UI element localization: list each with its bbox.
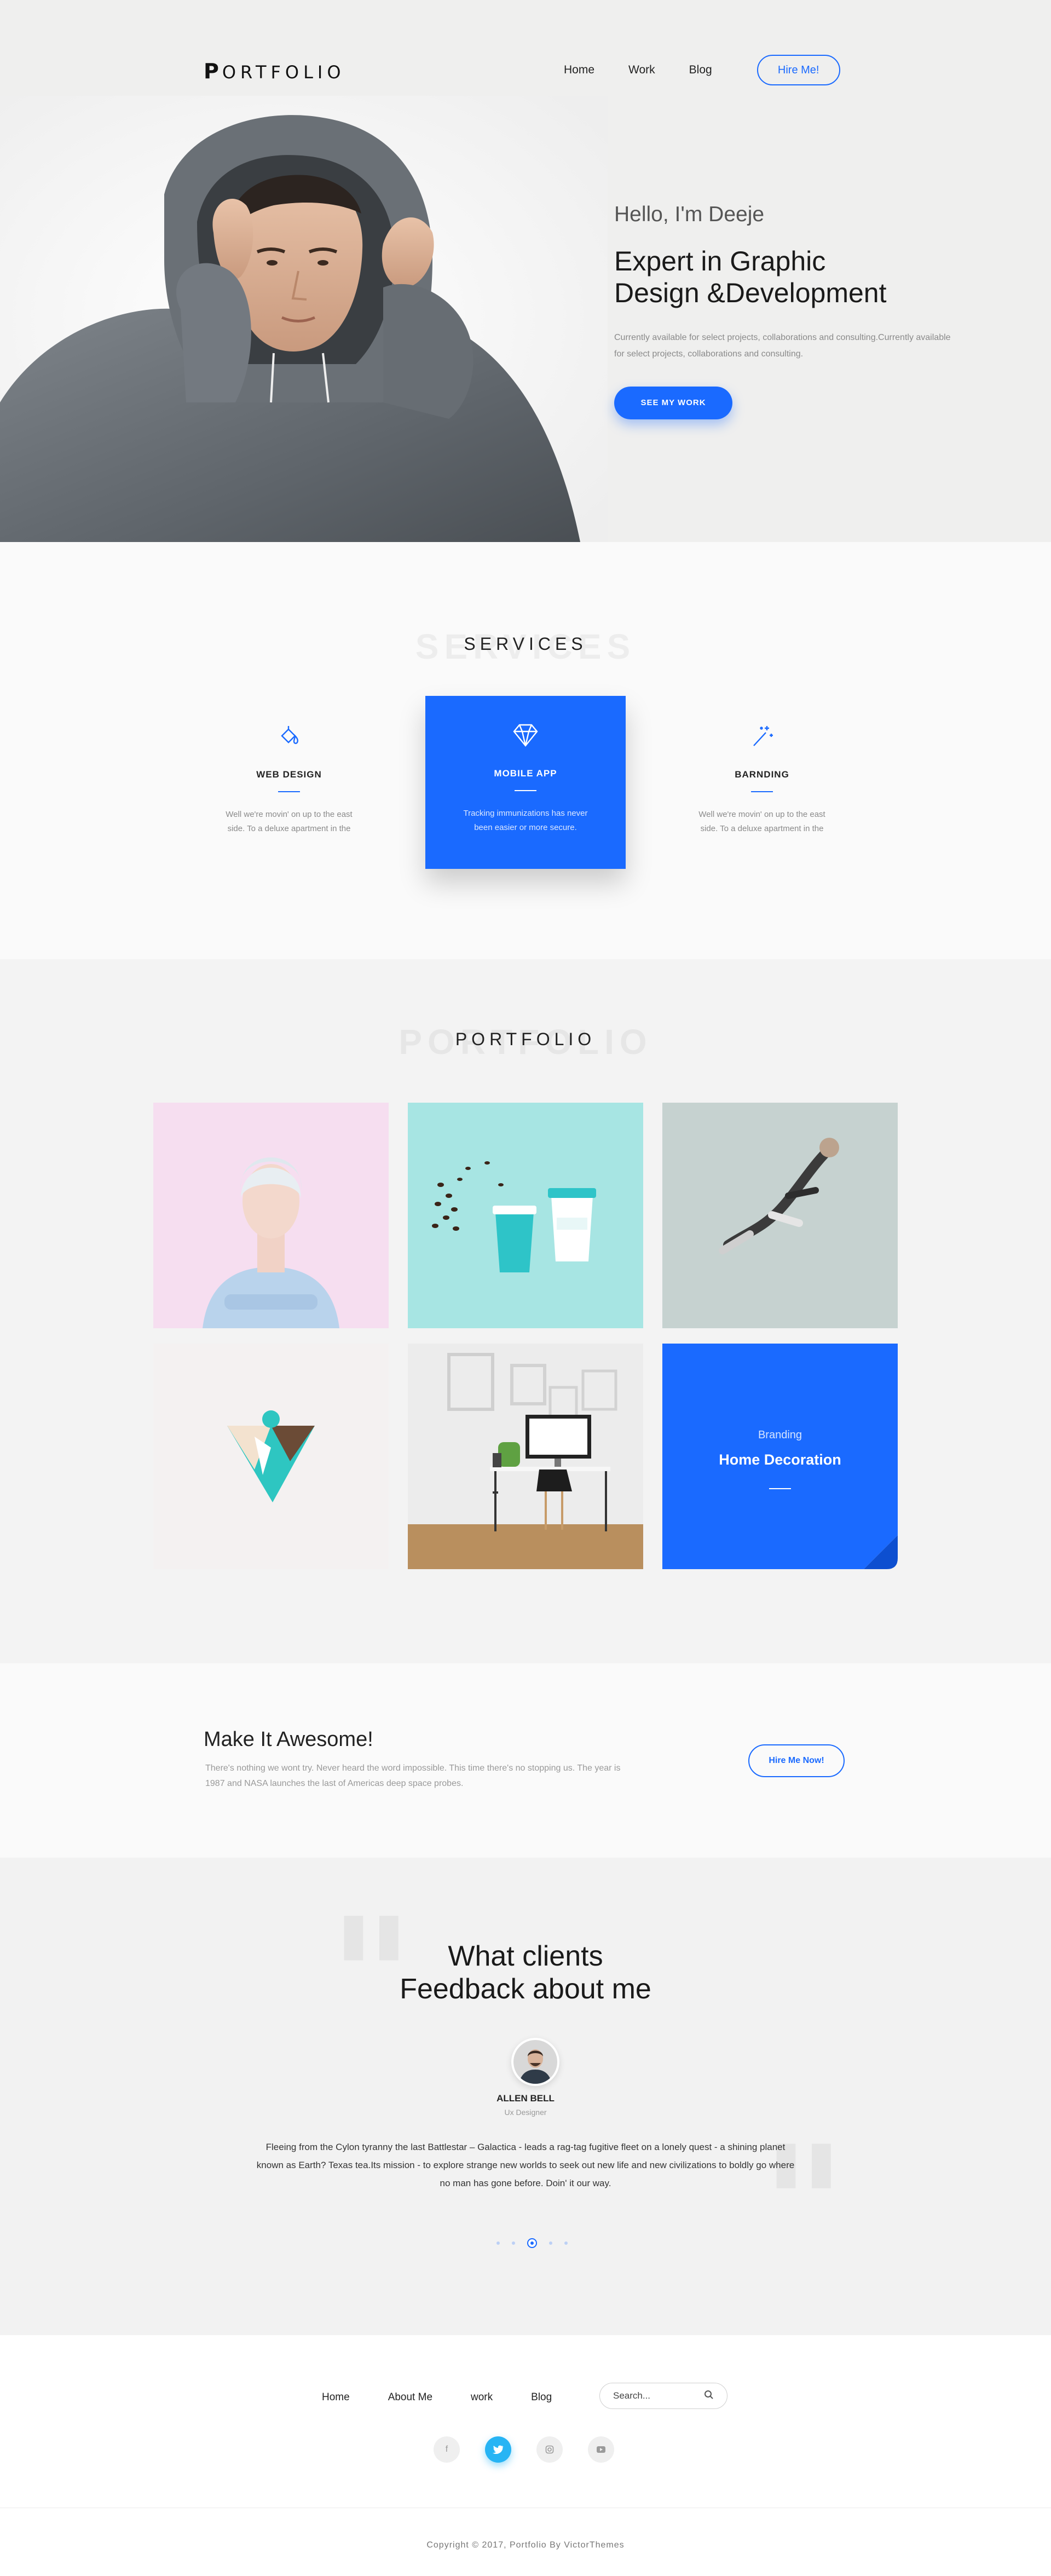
services-heading: SERVICES SERVICES xyxy=(0,627,1051,666)
service-card-branding[interactable]: BARNDING Well we're movin' on up to the … xyxy=(662,720,862,836)
testimonials-title-line1: What clients xyxy=(448,1940,603,1972)
testimonial-text: Fleeing from the Cylon tyranny the last … xyxy=(256,2142,795,2188)
diamond-icon xyxy=(509,719,542,752)
cta-title: Make It Awesome! xyxy=(204,1728,373,1751)
portfolio-item-2[interactable] xyxy=(408,1103,643,1328)
social-links: f xyxy=(434,2436,639,2463)
portfolio-item-5[interactable] xyxy=(408,1344,643,1569)
service-divider xyxy=(515,790,536,791)
cta-text: There's nothing we wont try. Never heard… xyxy=(205,1764,621,1788)
copyright-text: Copyright © 2017, Portfolio By VictorThe… xyxy=(426,2540,625,2550)
search-icon[interactable] xyxy=(704,2390,714,2402)
paint-bucket-icon xyxy=(273,720,305,753)
hire-me-now-button[interactable]: Hire Me Now! xyxy=(748,1744,845,1777)
service-card-mobile-app[interactable]: MOBILE APP Tracking immunizations has ne… xyxy=(425,696,626,869)
footer-nav: Home About Me work Blog xyxy=(322,2391,590,2404)
youtube-icon[interactable] xyxy=(588,2436,614,2463)
hero-greeting: Hello, I'm Deeje xyxy=(614,203,765,226)
service-name: WEB DESIGN xyxy=(256,769,322,780)
nav-home[interactable]: Home xyxy=(564,55,594,85)
hero-description: Currently available for select projects,… xyxy=(614,333,951,359)
portfolio-item-1[interactable] xyxy=(153,1103,389,1328)
portfolio-image-workspace xyxy=(408,1344,643,1569)
footer-nav-blog[interactable]: Blog xyxy=(531,2391,552,2404)
hero-headline-line2: Design &Development xyxy=(614,278,887,308)
footer-nav-home[interactable]: Home xyxy=(322,2391,350,2404)
footer-search xyxy=(599,2383,727,2409)
portfolio-item-title: Home Decoration xyxy=(719,1451,841,1468)
portfolio-image-woman xyxy=(153,1103,389,1328)
testimonials-section: " " What clients Feedback about me ALLEN… xyxy=(0,1858,1051,2335)
page-fold-corner xyxy=(864,1535,898,1569)
testimonials-title: What clients Feedback about me xyxy=(0,1940,1051,2006)
portfolio-item-divider xyxy=(769,1488,791,1489)
magic-wand-icon xyxy=(746,720,778,753)
slider-dot[interactable] xyxy=(564,2241,568,2245)
site-logo[interactable]: PORTFOLIO xyxy=(204,59,345,83)
hero-portrait-image xyxy=(0,96,608,542)
footer: Home About Me work Blog f Copyright © 20… xyxy=(0,2335,1051,2576)
service-divider xyxy=(278,791,300,792)
footer-nav-work[interactable]: work xyxy=(471,2391,493,2404)
services-section: SERVICES SERVICES WEB DESIGN Well we're … xyxy=(0,542,1051,959)
see-my-work-button[interactable]: SEE MY WORK xyxy=(614,387,732,419)
slider-dot[interactable] xyxy=(549,2241,552,2245)
hire-me-button[interactable]: Hire Me! xyxy=(757,55,840,85)
portfolio-section: PORTFOLIO PORTFOLIO Branding Home Decora… xyxy=(0,959,1051,1663)
service-name: BARNDING xyxy=(735,769,789,780)
service-divider xyxy=(751,791,773,792)
services-title: SERVICES xyxy=(464,634,587,654)
slider-dot-active[interactable] xyxy=(527,2238,537,2248)
facebook-icon[interactable]: f xyxy=(434,2436,460,2463)
portfolio-item-category: Branding xyxy=(758,1429,802,1441)
hero-headline-line1: Expert in Graphic xyxy=(614,246,826,276)
service-name: MOBILE APP xyxy=(494,768,557,779)
portfolio-image-coffee-cups xyxy=(408,1103,643,1328)
slider-pagination xyxy=(490,2238,574,2248)
client-avatar xyxy=(511,2038,559,2086)
portfolio-image-dancer xyxy=(662,1103,898,1328)
service-desc: Tracking immunizations has never been ea… xyxy=(463,809,588,832)
testimonials-title-line2: Feedback about me xyxy=(400,1973,651,2005)
slider-dot[interactable] xyxy=(496,2241,500,2245)
client-name: ALLEN BELL xyxy=(496,2093,555,2104)
nav-blog[interactable]: Blog xyxy=(689,55,712,85)
twitter-icon[interactable] xyxy=(485,2436,511,2463)
service-desc: Well we're movin' on up to the east side… xyxy=(226,810,353,833)
search-input[interactable] xyxy=(613,2390,701,2401)
main-nav: Home Work Blog Hire Me! xyxy=(564,55,840,85)
portfolio-item-3[interactable] xyxy=(662,1103,898,1328)
instagram-icon[interactable] xyxy=(536,2436,563,2463)
service-desc: Well we're movin' on up to the east side… xyxy=(698,810,825,833)
portfolio-heading: PORTFOLIO PORTFOLIO xyxy=(0,1022,1051,1062)
portfolio-item-4[interactable] xyxy=(153,1344,389,1569)
portfolio-title: PORTFOLIO xyxy=(455,1029,596,1049)
cta-section: Make It Awesome! There's nothing we wont… xyxy=(0,1663,1051,1858)
hero-headline: Expert in Graphic Design &Development xyxy=(614,245,954,309)
footer-nav-about[interactable]: About Me xyxy=(388,2391,432,2404)
portfolio-image-pyramid xyxy=(153,1344,389,1569)
hero-intro: Hello, I'm Deeje Expert in Graphic Desig… xyxy=(614,203,954,419)
nav-work[interactable]: Work xyxy=(628,55,655,85)
service-card-web-design[interactable]: WEB DESIGN Well we're movin' on up to th… xyxy=(189,720,389,836)
slider-dot[interactable] xyxy=(512,2241,515,2245)
client-role: Ux Designer xyxy=(504,2108,547,2117)
hero-section: PORTFOLIO Home Work Blog Hire Me! Hello,… xyxy=(0,0,1051,542)
portfolio-item-featured[interactable]: Branding Home Decoration xyxy=(662,1344,898,1569)
